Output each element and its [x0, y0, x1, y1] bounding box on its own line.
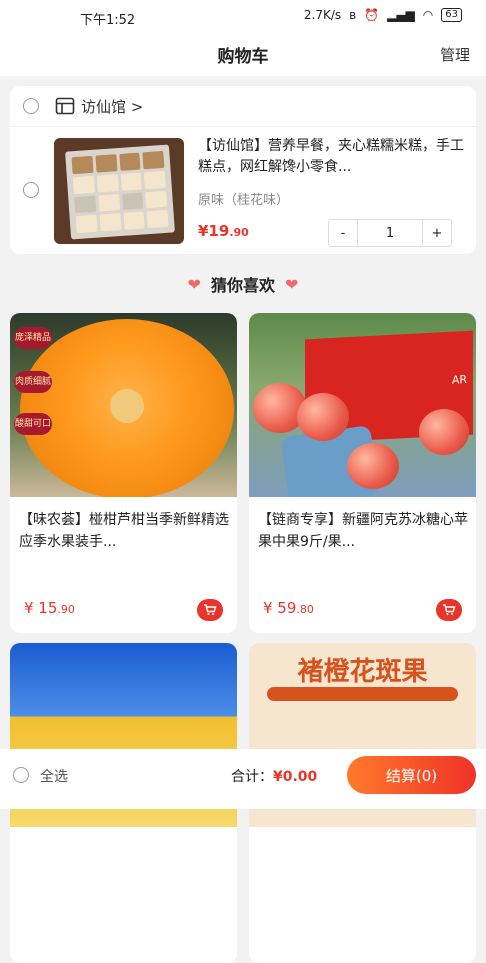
price-integer: ¥ 15	[24, 599, 58, 617]
product-banner-strip	[267, 687, 458, 701]
nav-bar: 购物车 管理	[0, 32, 486, 76]
apple-image	[297, 393, 349, 441]
price-decimal: .80	[296, 603, 314, 616]
product-title[interactable]: 【链商专享】新疆阿克苏冰糖心苹果中果9斤/果...	[258, 509, 468, 553]
heart-icon: ❤	[285, 274, 299, 294]
quantity-stepper: - 1 +	[328, 219, 452, 247]
divider	[10, 126, 476, 127]
box-label: AR	[451, 372, 467, 387]
shop-header: 访仙馆 >	[10, 86, 476, 126]
battery-indicator: 63	[441, 8, 462, 22]
shop-select-radio[interactable]	[23, 98, 39, 114]
checkout-button[interactable]: 结算(0)	[347, 756, 476, 794]
item-select-radio[interactable]	[23, 182, 39, 198]
status-icons: 2.7K/s ʙ ⏰ ▂▄▆ ◠ 63	[304, 8, 462, 22]
product-title[interactable]: 【味农荟】椪柑芦柑当季新鲜精选应季水果装手...	[19, 509, 229, 553]
manage-button[interactable]: 管理	[440, 44, 470, 65]
total-label: 合计：	[231, 769, 273, 785]
orange-slice-image	[20, 319, 234, 497]
product-banner-text: 褚橙花斑果	[297, 657, 428, 687]
select-all-label[interactable]: 全选	[40, 766, 68, 786]
signal-icon: ▂▄▆	[387, 8, 415, 22]
product-price: ¥ 15.90	[24, 599, 75, 617]
price-integer: ¥19	[198, 222, 230, 240]
status-bar: 下午1:52 2.7K/s ʙ ⏰ ▂▄▆ ◠ 63	[0, 0, 486, 32]
shop-name-link[interactable]: 访仙馆 >	[81, 96, 143, 117]
recommend-header: ❤ 猜你喜欢 ❤	[0, 272, 486, 296]
network-speed: 2.7K/s	[303, 8, 342, 22]
select-all-radio[interactable]	[13, 767, 29, 783]
total-value: ¥0.00	[273, 769, 318, 785]
cart-icon	[443, 604, 456, 615]
increase-button[interactable]: +	[423, 220, 451, 246]
heart-icon: ❤	[187, 274, 201, 294]
apple-image	[347, 443, 399, 489]
checkout-bar: 全选 合计：¥0.00 结算(0)	[0, 749, 486, 809]
product-card[interactable]: AR 【链商专享】新疆阿克苏冰糖心苹果中果9斤/果... ¥ 59.80	[249, 313, 476, 633]
bluetooth-icon: ʙ	[349, 8, 357, 22]
product-badge: 酸甜可口	[14, 413, 52, 435]
cake-tray-image	[65, 144, 175, 240]
cart-item-spec[interactable]: 原味（桂花味）	[198, 189, 289, 208]
cart-icon	[204, 604, 217, 615]
alarm-icon: ⏰	[364, 8, 380, 22]
page-title: 购物车	[217, 47, 269, 67]
product-card[interactable]: 庞泽精品 肉质细腻 酸甜可口 【味农荟】椪柑芦柑当季新鲜精选应季水果装手... …	[10, 313, 237, 633]
quantity-input[interactable]: 1	[357, 220, 423, 246]
price-decimal: .90	[57, 603, 75, 616]
product-image[interactable]: AR	[249, 313, 476, 497]
total-amount: 合计：¥0.00	[231, 766, 317, 786]
price-decimal: .90	[229, 226, 249, 239]
product-thumbnail[interactable]	[54, 138, 184, 244]
cart-item-price: ¥19.90	[198, 222, 249, 240]
add-to-cart-button[interactable]	[197, 599, 223, 621]
product-price: ¥ 59.80	[263, 599, 314, 617]
price-integer: ¥ 59	[263, 599, 297, 617]
product-badge: 庞泽精品	[14, 327, 52, 349]
recommend-title: 猜你喜欢	[210, 276, 275, 295]
cart-item-title[interactable]: 【访仙馆】营养早餐，夹心糕糯米糕，手工糕点，网红解馋小零食...	[198, 136, 464, 178]
store-icon	[55, 97, 75, 115]
decrease-button[interactable]: -	[329, 220, 357, 246]
wifi-icon: ◠	[422, 8, 434, 22]
apple-image	[419, 409, 469, 455]
add-to-cart-button[interactable]	[436, 599, 462, 621]
cart-shop-card: 访仙馆 > 【访仙馆】营养早餐，夹心糕糯米糕，手工糕点，网红解馋小零食... 原…	[10, 86, 476, 254]
product-image[interactable]: 庞泽精品 肉质细腻 酸甜可口	[10, 313, 237, 497]
status-time: 下午1:52	[80, 13, 136, 28]
product-badge: 肉质细腻	[14, 371, 52, 393]
